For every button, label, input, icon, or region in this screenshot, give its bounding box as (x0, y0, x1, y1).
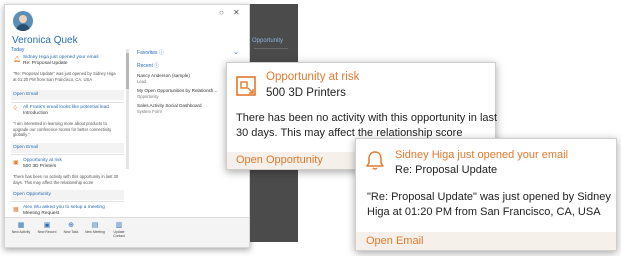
callout-footer: Open Email (356, 232, 616, 250)
new-activity-button[interactable]: ▦ New Activity (11, 222, 31, 234)
card-body: There has been no activity with this opp… (13, 174, 119, 185)
scrollbar-thumb[interactable] (126, 53, 129, 89)
open-opportunity-link[interactable]: Open Opportunity (236, 154, 323, 166)
insight-card-potential-lead[interactable]: 💡︎ All Frank's email looks like potentia… (11, 105, 124, 155)
card-body: "Re: Proposal Update" was just opened by… (13, 71, 116, 82)
new-meeting-icon: ▤ (91, 222, 99, 229)
card-subtitle: 500 3D Printers (23, 164, 57, 169)
callout-subtitle: 500 3D Printers (266, 87, 346, 99)
callout-title: Opportunity at risk (266, 71, 360, 83)
user-name: Veronica Quek (12, 35, 78, 46)
card-subtitle: Meeting Request (23, 211, 60, 216)
open-email-link[interactable]: Open Email (13, 145, 38, 150)
chevron-down-icon[interactable]: ⌄ (233, 48, 239, 56)
bell-icon (366, 151, 384, 170)
callout-title: Sidney Higa just opened your email (395, 149, 569, 161)
card-title: All Frank's email looks like potential l… (23, 105, 109, 110)
bottom-action-bar: ▦ New Activity ▣ New Record ⊕ New Task ▤… (5, 217, 249, 247)
restore-icon[interactable]: ○ (219, 8, 224, 17)
insight-cards: 🔔︎ Sidney Higa just opened your email Re… (11, 55, 124, 217)
close-icon[interactable]: ✕ (233, 8, 240, 17)
opportunity-icon (236, 76, 256, 96)
callout-body: "Re: Proposal Update" was just opened by… (367, 191, 611, 218)
open-opportunity-link[interactable]: Open Opportunity (13, 192, 51, 197)
update-contact-icon: ▥ (115, 222, 123, 229)
new-record-icon: ▣ (43, 222, 51, 229)
avatar[interactable] (13, 11, 33, 31)
new-record-button[interactable]: ▣ New Record (37, 222, 57, 234)
update-contact-button[interactable]: ▥ Update Contact (109, 222, 129, 238)
assistant-panel: Veronica Quek ○ ✕ Today 🔔︎ Sidney Higa j… (4, 4, 250, 248)
favorites-label: Favorites ⓘ (137, 50, 164, 56)
callout-body: There has been no activity with this opp… (236, 112, 498, 139)
card-subtitle: Re: Proposal Update (23, 61, 68, 66)
lightbulb-icon: 💡︎ (13, 106, 18, 112)
card-subtitle: Introduction (23, 111, 49, 116)
email-opened-callout[interactable]: Sidney Higa just opened your email Re: P… (355, 138, 617, 251)
today-label: Today (11, 47, 25, 53)
new-activity-icon: ▦ (17, 222, 25, 229)
insight-card-meeting-request[interactable]: ▦ Alex Wu asked you to setup a meeting M… (11, 205, 124, 217)
new-task-button[interactable]: ⊕ New Task (61, 222, 81, 234)
opportunity-icon: ▣ (13, 160, 19, 166)
new-task-icon: ⊕ (68, 222, 74, 229)
new-meeting-button[interactable]: ▤ New Meeting (85, 222, 105, 234)
bell-icon: 🔔︎ (13, 57, 21, 63)
card-title: Sidney Higa just opened your email (23, 55, 99, 60)
calendar-icon: ▦ (13, 207, 19, 213)
background-hint-text: Opportunity (252, 38, 284, 44)
insight-card-email-opened[interactable]: 🔔︎ Sidney Higa just opened your email Re… (11, 55, 124, 103)
open-email-link[interactable]: Open Email (366, 235, 423, 247)
card-body: "I am interested in learning more about … (13, 121, 112, 138)
open-email-link[interactable]: Open Email (13, 92, 38, 97)
card-title: Opportunity at risk (23, 158, 62, 163)
card-title: Alex Wu asked you to setup a meeting (23, 205, 105, 210)
callout-subtitle: Re: Proposal Update (395, 164, 498, 176)
insight-card-opportunity-risk[interactable]: ▣ Opportunity at risk 500 3D Printers Th… (11, 158, 124, 202)
